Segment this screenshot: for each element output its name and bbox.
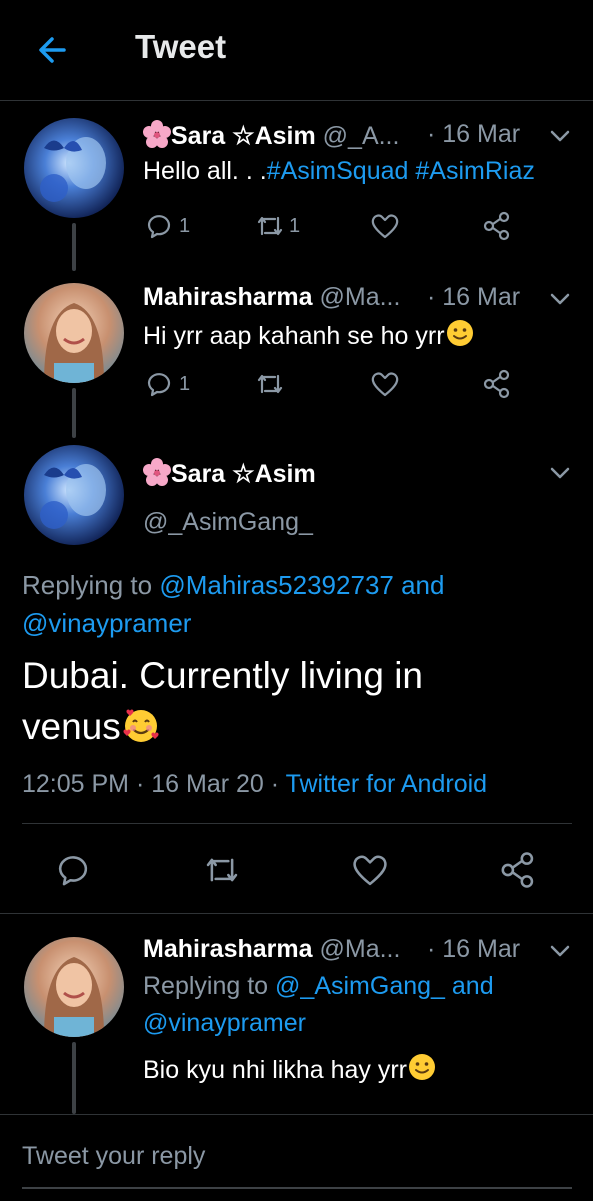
main-tweet-text-line2: venus bbox=[22, 705, 161, 754]
retweet-icon bbox=[255, 370, 285, 398]
top-bar bbox=[0, 0, 593, 101]
reply-count: 1 bbox=[179, 372, 191, 395]
like-button[interactable] bbox=[351, 850, 389, 890]
retweet-count: 1 bbox=[289, 214, 301, 237]
avatar[interactable] bbox=[24, 937, 124, 1037]
smiling-face-with-hearts-emoji bbox=[121, 705, 161, 754]
heart-icon bbox=[370, 370, 400, 398]
tweet-date[interactable]: · 16 Mar bbox=[427, 935, 520, 964]
share-button[interactable] bbox=[482, 206, 512, 246]
reply-button[interactable]: 1 bbox=[145, 364, 190, 404]
smile-emoji bbox=[445, 318, 475, 355]
thread-line bbox=[72, 388, 76, 438]
author-handle[interactable]: @Ma... bbox=[319, 935, 400, 963]
main-tweet-text-line1: Dubai. Currently living in bbox=[22, 655, 424, 696]
tweet-date[interactable]: · 16 Mar bbox=[427, 120, 520, 149]
tweet-header: Mahirasharma @Ma... bbox=[143, 283, 400, 312]
mention-link[interactable]: @vinaypramer bbox=[22, 608, 191, 639]
reply-button[interactable]: 1 bbox=[145, 206, 190, 246]
avatar[interactable] bbox=[24, 283, 124, 383]
arrow-left-icon[interactable] bbox=[34, 30, 74, 70]
retweet-button[interactable]: 1 bbox=[255, 206, 300, 246]
tweet-text: Hi yrr aap kahanh se ho yrr bbox=[143, 318, 475, 355]
reply-input[interactable] bbox=[22, 1136, 570, 1176]
smile-emoji bbox=[407, 1052, 437, 1089]
share-icon bbox=[482, 369, 512, 399]
comment-icon bbox=[145, 212, 173, 240]
cherry-blossom-emoji bbox=[143, 458, 171, 493]
heart-icon bbox=[351, 852, 389, 888]
comment-icon bbox=[55, 852, 91, 888]
tweet-timestamp: 12:05 PM · 16 Mar 20 · Twitter for Andro… bbox=[22, 770, 488, 798]
reply-count: 1 bbox=[179, 214, 191, 237]
mention-link[interactable]: @vinaypramer bbox=[143, 1009, 306, 1038]
tweet-header: Sara ☆Asim @_A... bbox=[143, 120, 399, 155]
comment-icon bbox=[145, 370, 173, 398]
avatar[interactable] bbox=[24, 445, 124, 545]
like-button[interactable] bbox=[370, 364, 400, 404]
thread-line bbox=[72, 223, 76, 271]
page-title: Tweet bbox=[135, 28, 227, 65]
divider bbox=[0, 913, 593, 914]
tweet-text: Bio kyu nhi likha hay yrr bbox=[143, 1052, 437, 1089]
share-button[interactable] bbox=[499, 850, 537, 890]
divider bbox=[22, 823, 572, 824]
chevron-down-icon[interactable] bbox=[549, 462, 571, 484]
like-button[interactable] bbox=[370, 206, 400, 246]
author-name[interactable]: Mahirasharma bbox=[143, 935, 313, 963]
chevron-down-icon[interactable] bbox=[549, 940, 571, 962]
tweet-header: Mahirasharma @Ma... bbox=[143, 935, 400, 964]
hashtag-link[interactable]: #AsimSquad bbox=[267, 157, 409, 185]
cherry-blossom-emoji bbox=[143, 120, 171, 155]
retweet-icon bbox=[255, 212, 285, 240]
share-icon bbox=[499, 851, 537, 889]
mention-link[interactable]: @Mahiras52392737 bbox=[159, 570, 394, 600]
chevron-down-icon[interactable] bbox=[549, 288, 571, 310]
author-name[interactable]: Mahirasharma bbox=[143, 283, 313, 311]
author-name-row: Sara ☆Asim bbox=[143, 458, 316, 493]
author-name[interactable]: Sara ☆Asim bbox=[171, 460, 316, 488]
replying-to: Replying to @_AsimGang_ and bbox=[143, 972, 494, 1000]
reply-button[interactable] bbox=[55, 850, 91, 890]
author-handle[interactable]: @Ma... bbox=[319, 283, 400, 311]
author-handle[interactable]: @_A... bbox=[323, 122, 400, 150]
tweet-date[interactable]: · 16 Mar bbox=[427, 283, 520, 312]
author-handle[interactable]: @_AsimGang_ bbox=[143, 508, 313, 537]
retweet-button[interactable] bbox=[255, 364, 285, 404]
share-icon bbox=[482, 211, 512, 241]
share-button[interactable] bbox=[482, 364, 512, 404]
heart-icon bbox=[370, 212, 400, 240]
author-name[interactable]: Sara ☆Asim bbox=[171, 122, 316, 150]
hashtag-link[interactable]: #AsimRiaz bbox=[415, 157, 534, 185]
thread-line bbox=[72, 1042, 76, 1114]
tweet-text: Hello all. . .#AsimSquad #AsimRiaz bbox=[143, 157, 535, 185]
source-link[interactable]: Twitter for Android bbox=[286, 770, 487, 798]
retweet-button[interactable] bbox=[203, 850, 241, 890]
chevron-down-icon[interactable] bbox=[549, 125, 571, 147]
retweet-icon bbox=[203, 852, 241, 888]
avatar[interactable] bbox=[24, 118, 124, 218]
mention-link[interactable]: @_AsimGang_ bbox=[275, 972, 445, 1000]
reply-input-underline bbox=[22, 1187, 572, 1189]
replying-to: Replying to @Mahiras52392737 and bbox=[22, 570, 445, 600]
